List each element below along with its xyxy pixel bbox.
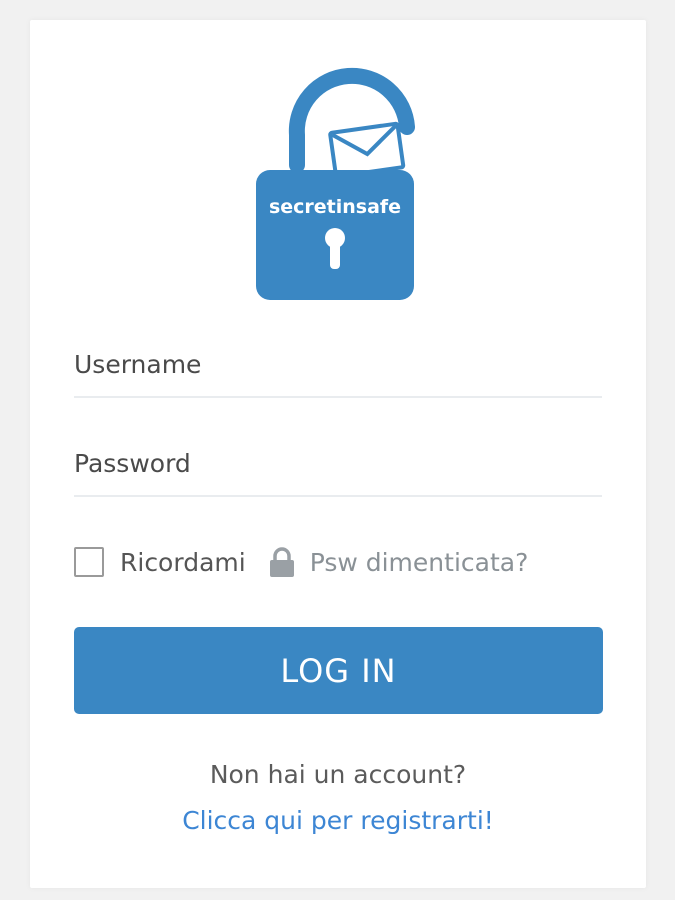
username-field-wrapper <box>74 344 602 398</box>
forgot-password-link[interactable]: Psw dimenticata? <box>268 547 529 577</box>
forgot-password-label: Psw dimenticata? <box>309 547 529 577</box>
no-account-text: Non hai un account? <box>209 760 467 789</box>
password-field-wrapper <box>74 443 602 497</box>
remember-label[interactable]: Ricordami <box>120 548 246 577</box>
lock-icon <box>268 547 296 577</box>
remember-checkbox[interactable] <box>74 547 104 577</box>
login-card: secretinsafe Ricordami Psw dimenticata? <box>30 20 646 888</box>
password-input[interactable] <box>74 443 602 483</box>
register-link[interactable]: Clicca qui per registrarti! <box>30 806 646 835</box>
login-button[interactable]: LOG IN <box>74 627 603 714</box>
svg-text:secretinsafe: secretinsafe <box>269 196 401 218</box>
page: secretinsafe Ricordami Psw dimenticata? <box>0 0 675 900</box>
secretinsafe-logo: secretinsafe <box>252 65 418 303</box>
options-row: Ricordami Psw dimenticata? <box>74 545 604 579</box>
username-input[interactable] <box>74 344 602 384</box>
